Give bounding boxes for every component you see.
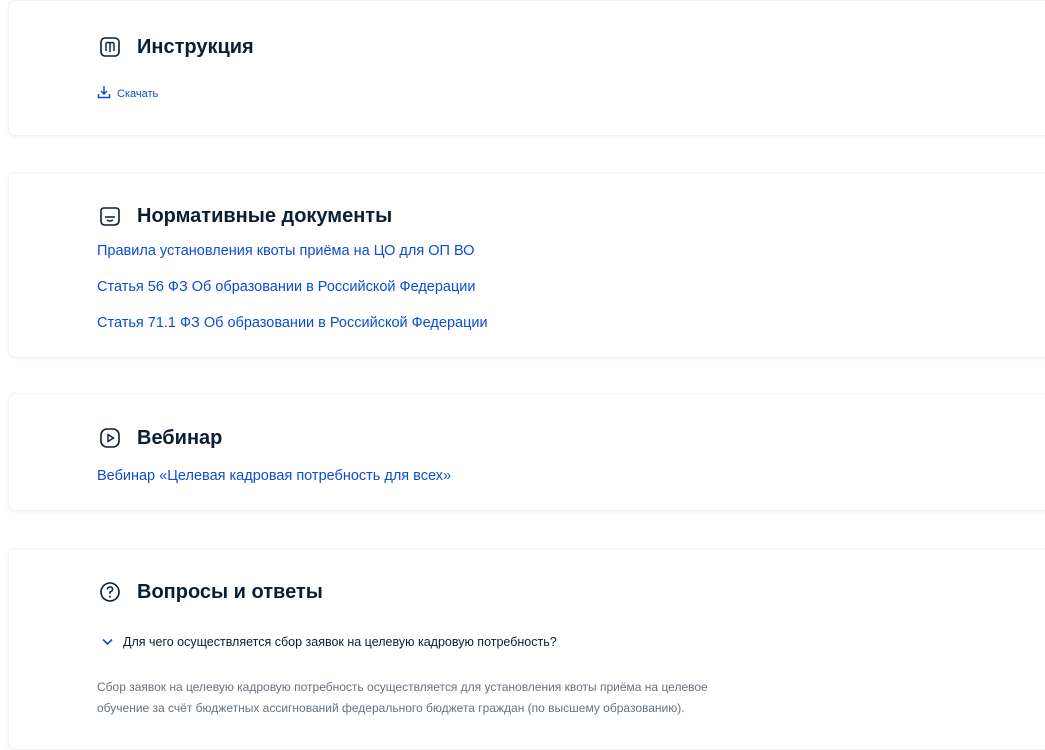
normative-link-article-56[interactable]: Статья 56 ФЗ Об образовании в Российской… — [97, 279, 475, 295]
chevron-down-icon — [102, 635, 113, 649]
instruction-title: Инструкция — [97, 34, 254, 60]
download-icon — [97, 85, 117, 102]
document-icon — [97, 203, 123, 229]
webinar-title: Вебинар — [97, 425, 222, 451]
webinar-link[interactable]: Вебинар «Целевая кадровая потребность дл… — [97, 468, 451, 484]
question-icon — [97, 579, 123, 605]
faq-card: Вопросы и ответы Для чего осуществляется… — [8, 548, 1045, 750]
play-icon — [97, 425, 123, 451]
faq-title: Вопросы и ответы — [97, 579, 323, 605]
normative-title: Нормативные документы — [97, 203, 392, 229]
faq-question-text: Для чего осуществляется сбор заявок на ц… — [123, 635, 557, 649]
normative-card: Нормативные документы Правила установлен… — [8, 172, 1045, 358]
download-label: Скачать — [117, 87, 159, 100]
webinar-card: Вебинар Вебинар «Целевая кадровая потреб… — [8, 393, 1045, 511]
faq-answer-line-1: Сбор заявок на целевую кадровую потребно… — [97, 680, 708, 694]
normative-link-article-71-1[interactable]: Статья 71.1 ФЗ Об образовании в Российск… — [97, 315, 488, 331]
normative-title-text: Нормативные документы — [137, 204, 393, 227]
faq-title-text: Вопросы и ответы — [137, 580, 323, 603]
download-link[interactable]: Скачать — [97, 85, 158, 102]
instruction-title-text: Инструкция — [137, 35, 254, 58]
faq-answer: Сбор заявок на целевую кадровую потребно… — [97, 677, 797, 719]
normative-link-quota-rules[interactable]: Правила установления квоты приёма на ЦО … — [97, 243, 474, 259]
instruction-card: Инструкция Скачать — [8, 0, 1045, 136]
faq-answer-line-2: обучение за счёт бюджетных ассигнований … — [97, 701, 685, 715]
book-icon — [97, 34, 123, 60]
faq-question-toggle[interactable]: Для чего осуществляется сбор заявок на ц… — [102, 635, 557, 649]
webinar-title-text: Вебинар — [137, 426, 223, 449]
